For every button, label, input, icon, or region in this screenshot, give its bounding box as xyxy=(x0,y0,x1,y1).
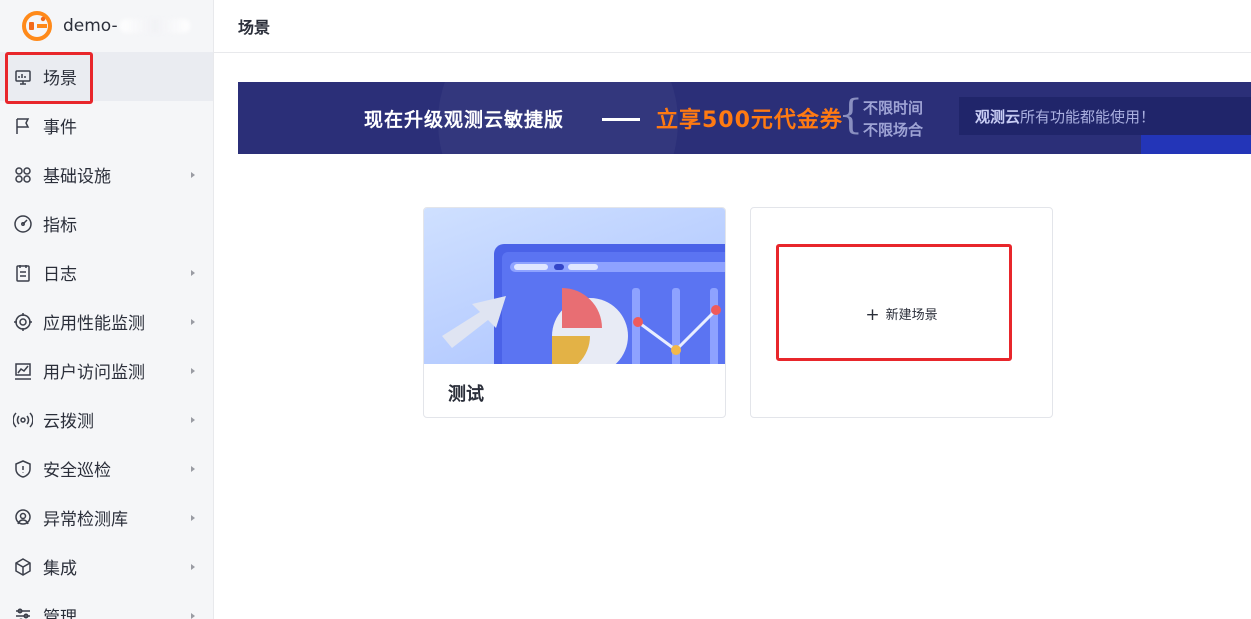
caret-right-icon xyxy=(191,514,195,521)
sidebar-item-6[interactable]: 用户访问监测 xyxy=(0,346,213,395)
cube-icon xyxy=(12,556,34,578)
gauge-icon xyxy=(12,213,34,235)
caret-right-icon xyxy=(191,465,195,472)
sidebar-item-4[interactable]: 日志 xyxy=(0,248,213,297)
sidebar-item-3[interactable]: 指标 xyxy=(0,199,213,248)
sidebar-item-2[interactable]: 基础设施 xyxy=(0,150,213,199)
caret-right-icon xyxy=(191,171,195,178)
shield-icon xyxy=(12,458,34,480)
guance-logo-icon xyxy=(22,11,52,41)
grid-icon xyxy=(12,164,34,186)
banner-limit-place: 不限场合 xyxy=(863,121,924,139)
sliders-icon xyxy=(12,605,34,619)
page-header: 场景 xyxy=(214,0,1251,53)
banner-offer: 立享500元代金券 xyxy=(656,108,843,133)
sidebar-item-label: 管理 xyxy=(43,608,77,619)
banner-limit-time: 不限时间 xyxy=(863,99,924,117)
radar-icon xyxy=(12,507,34,529)
sidebar-item-5[interactable]: 应用性能监测 xyxy=(0,297,213,346)
banner-dash xyxy=(602,118,640,121)
sidebar-item-label: 用户访问监测 xyxy=(43,363,145,383)
new-scene-card[interactable]: + 新建场景 xyxy=(750,207,1053,418)
sidebar-item-0[interactable]: 场景 xyxy=(0,52,213,101)
sidebar-item-label: 异常检测库 xyxy=(43,510,128,530)
caret-right-icon xyxy=(191,563,195,570)
scene-card-title: 测试 xyxy=(448,384,484,405)
page-title: 场景 xyxy=(238,18,271,37)
banner-note-brand: 观测云 xyxy=(975,107,1021,126)
target-icon xyxy=(12,311,34,333)
caret-right-icon xyxy=(191,416,195,423)
caret-right-icon xyxy=(191,367,195,374)
monitor-icon xyxy=(12,66,34,88)
sidebar-item-label: 场景 xyxy=(43,69,77,89)
chart-icon xyxy=(12,360,34,382)
signal-icon xyxy=(12,409,34,431)
new-scene-button[interactable]: + 新建场景 xyxy=(751,304,1052,325)
sidebar-item-label: 指标 xyxy=(43,216,77,236)
caret-right-icon xyxy=(191,269,195,276)
log-icon xyxy=(12,262,34,284)
workspace-switcher[interactable]: demo- xyxy=(0,0,213,52)
workspace-name-redacted xyxy=(119,19,190,33)
new-scene-label: 新建场景 xyxy=(885,308,938,323)
promo-banner[interactable]: 现在升级观测云敏捷版 立享500元代金券 { 不限时间 不限场合 观测云 所有功… xyxy=(238,82,1251,154)
sidebar-item-label: 云拨测 xyxy=(43,412,94,432)
banner-note: 观测云 所有功能都能使用！ xyxy=(959,97,1251,135)
workspace-name: demo- xyxy=(63,16,118,36)
caret-right-icon xyxy=(191,612,195,619)
sidebar-item-label: 集成 xyxy=(43,559,77,579)
sidebar-nav: 场景事件基础设施指标日志应用性能监测 用户访问监测 云拨测安全巡检异常检测库集成管理 xyxy=(0,52,213,619)
dashboard-illustration-icon xyxy=(442,244,725,364)
sidebar-item-label: 应用性能监测 xyxy=(43,314,145,334)
sidebar-item-8[interactable]: 安全巡检 xyxy=(0,444,213,493)
flag-icon xyxy=(12,115,34,137)
plus-icon: + xyxy=(865,305,880,325)
scene-card[interactable]: 测试 xyxy=(423,207,726,418)
banner-brace: { xyxy=(838,92,864,138)
sidebar-item-label: 安全巡检 xyxy=(43,461,111,481)
sidebar-item-label: 事件 xyxy=(43,118,77,138)
sidebar-item-10[interactable]: 集成 xyxy=(0,542,213,591)
banner-headline: 现在升级观测云敏捷版 xyxy=(364,109,565,131)
sidebar-item-label: 日志 xyxy=(43,265,77,285)
sidebar-item-11[interactable]: 管理 xyxy=(0,591,213,619)
scene-card-illustration xyxy=(424,208,725,364)
sidebar: demo- 场景事件基础设施指标日志应用性能监测 用户访问监测 云拨测安全巡检异常检… xyxy=(0,0,214,619)
sidebar-item-7[interactable]: 云拨测 xyxy=(0,395,213,444)
banner-note-text: 所有功能都能使用！ xyxy=(1020,107,1156,126)
sidebar-item-9[interactable]: 异常检测库 xyxy=(0,493,213,542)
caret-right-icon xyxy=(191,318,195,325)
sidebar-item-1[interactable]: 事件 xyxy=(0,101,213,150)
sidebar-item-label: 基础设施 xyxy=(43,167,111,187)
